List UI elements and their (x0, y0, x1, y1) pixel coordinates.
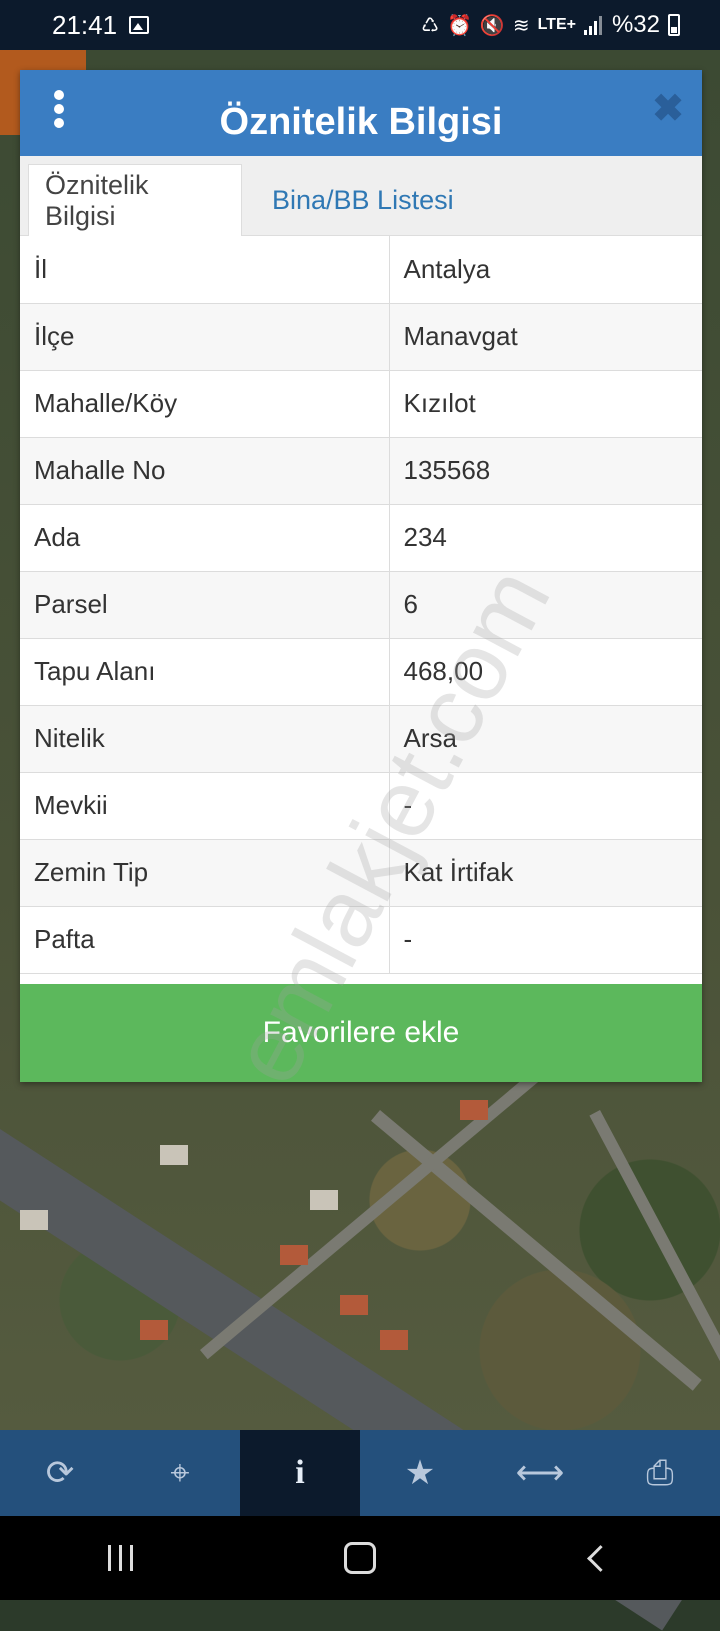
table-row: Mevkii - (20, 772, 702, 840)
locate-icon[interactable]: ⌖ (120, 1430, 240, 1516)
dialog-header: Öznitelik Bilgisi ✖ (20, 70, 702, 156)
row-key: Pafta (20, 906, 390, 974)
table-row: Zemin Tip Kat İrtifak (20, 839, 702, 907)
attribute-dialog: Öznitelik Bilgisi ✖ Öznitelik Bilgisi Bi… (20, 70, 702, 1082)
table-row: Tapu Alanı 468,00 (20, 638, 702, 706)
row-value: Kızılot (389, 370, 702, 438)
row-key: Nitelik (20, 705, 390, 773)
table-row: Ada 234 (20, 504, 702, 572)
row-key: Zemin Tip (20, 839, 390, 907)
back-button[interactable] (540, 1528, 660, 1588)
row-value: Antalya (389, 236, 702, 304)
map-building (20, 1210, 48, 1230)
recent-apps-button[interactable] (60, 1528, 180, 1588)
row-value: 6 (389, 571, 702, 639)
info-icon[interactable]: i (240, 1430, 360, 1516)
table-row: Parsel 6 (20, 571, 702, 639)
map-building (140, 1320, 168, 1340)
row-key: Mahalle/Köy (20, 370, 390, 438)
lte-icon: LTE+ (537, 16, 576, 33)
close-icon[interactable]: ✖ (652, 90, 684, 128)
status-bar: 21:41 ♺ ⏰ 🔇 ≋ LTE+ %32 (0, 0, 720, 50)
row-key: Mevkii (20, 772, 390, 840)
print-icon[interactable]: ⎙ (600, 1430, 720, 1516)
table-row: Mahalle No 135568 (20, 437, 702, 505)
row-key: İl (20, 236, 390, 304)
tab-building-list[interactable]: Bina/BB Listesi (256, 164, 470, 236)
table-row: İlçe Manavgat (20, 303, 702, 371)
row-key: Parsel (20, 571, 390, 639)
status-time: 21:41 (52, 9, 118, 40)
tab-bar: Öznitelik Bilgisi Bina/BB Listesi (20, 156, 702, 236)
more-vertical-icon[interactable] (52, 90, 66, 130)
map-building (310, 1190, 338, 1210)
map-building (460, 1100, 488, 1120)
row-value: Kat İrtifak (389, 839, 702, 907)
row-value: - (389, 772, 702, 840)
tab-attribute-info[interactable]: Öznitelik Bilgisi (28, 164, 242, 236)
row-value: 468,00 (389, 638, 702, 706)
table-row: Nitelik Arsa (20, 705, 702, 773)
signal-icon (583, 15, 604, 35)
row-value: 234 (389, 504, 702, 572)
measure-icon[interactable]: ⟷ (480, 1430, 600, 1516)
map-building (160, 1145, 188, 1165)
row-value: - (389, 906, 702, 974)
map-building (280, 1245, 308, 1265)
row-value: Arsa (389, 705, 702, 773)
battery-saver-icon: ♺ (421, 14, 439, 37)
bottom-toolbar: ⟳ ⌖ i ★ ⟷ ⎙ (0, 1430, 720, 1516)
row-key: İlçe (20, 303, 390, 371)
table-row: Pafta - (20, 906, 702, 974)
status-icons: ♺ ⏰ 🔇 ≋ LTE+ %32 (421, 11, 680, 39)
gallery-icon (129, 16, 150, 34)
home-button[interactable] (300, 1528, 420, 1588)
dialog-title: Öznitelik Bilgisi (219, 100, 503, 143)
alarm-icon: ⏰ (447, 14, 472, 37)
row-key: Ada (20, 504, 390, 572)
map-building (340, 1295, 368, 1315)
row-value: 135568 (389, 437, 702, 505)
row-value: Manavgat (389, 303, 702, 371)
add-to-favorites-button[interactable]: Favorilere ekle (20, 984, 702, 1082)
map-road (589, 1110, 720, 1469)
table-row: İl Antalya (20, 236, 702, 304)
map-road (371, 1110, 702, 1391)
wifi-icon: ≋ (512, 14, 530, 37)
row-key: Mahalle No (20, 437, 390, 505)
table-row: Mahalle/Köy Kızılot (20, 370, 702, 438)
map-building (380, 1330, 408, 1350)
row-key: Tapu Alanı (20, 638, 390, 706)
battery-percent: %32 (611, 11, 660, 38)
system-nav-bar (0, 1516, 720, 1600)
attribute-table: İl Antalya İlçe Manavgat Mahalle/Köy Kızılo… (20, 236, 702, 974)
star-icon[interactable]: ★ (360, 1430, 480, 1516)
battery-icon (668, 14, 680, 36)
refresh-icon[interactable]: ⟳ (0, 1430, 120, 1516)
mute-icon: 🔇 (479, 14, 505, 37)
